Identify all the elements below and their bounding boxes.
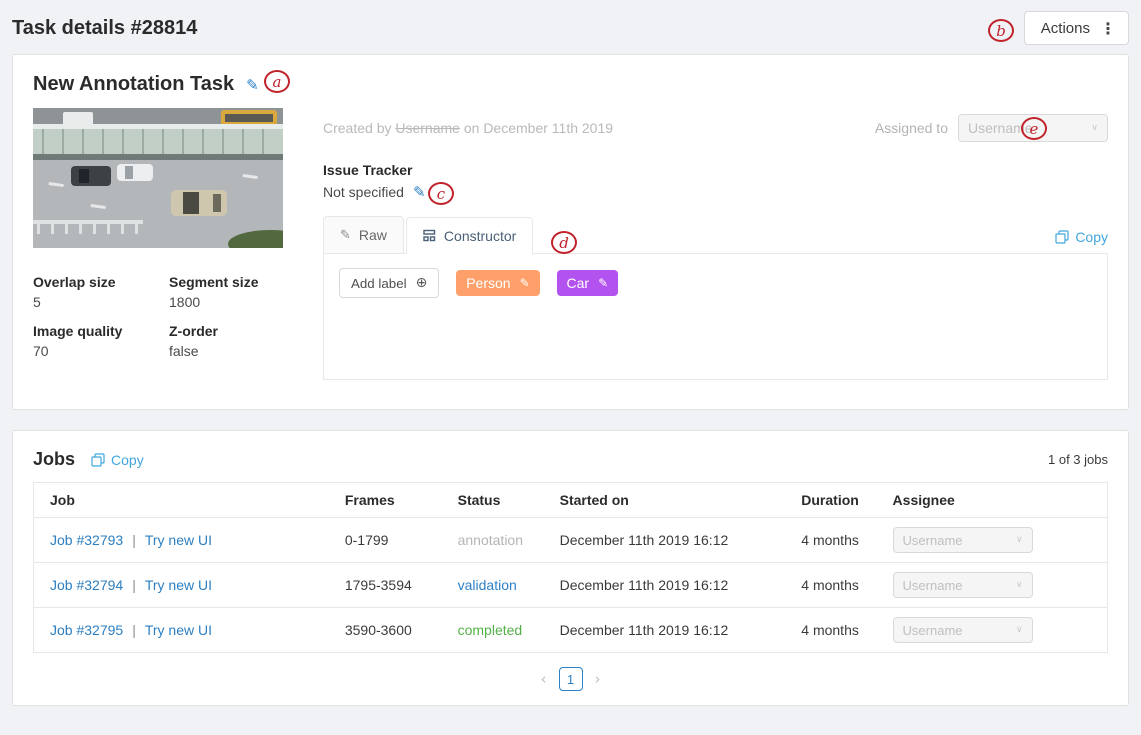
job-link[interactable]: Job #32795	[50, 622, 123, 638]
job-status: completed	[458, 622, 523, 638]
separator: |	[132, 532, 136, 548]
separator: |	[132, 622, 136, 638]
pagination-page-1[interactable]: 1	[559, 667, 583, 691]
column-header-job: Job	[34, 483, 329, 518]
created-by-username: Username	[395, 120, 460, 136]
job-started-on: December 11th 2019 16:12	[544, 608, 786, 653]
edit-label-icon[interactable]: ✎	[598, 276, 608, 290]
job-row: Job #32793|Try new UI 0-1799 annotation …	[34, 518, 1108, 563]
chevron-down-icon: ∨	[1016, 580, 1023, 590]
task-preview-image	[33, 108, 283, 248]
annotation-circle-e: e	[1021, 117, 1047, 140]
column-header-duration: Duration	[785, 483, 876, 518]
copy-icon	[1055, 230, 1069, 244]
job-link[interactable]: Job #32794	[50, 577, 123, 593]
param-label: Image quality	[33, 321, 169, 341]
chevron-down-icon: ∨	[1016, 625, 1023, 635]
plus-circle-icon: ⊕	[416, 275, 428, 291]
job-duration: 4 months	[785, 608, 876, 653]
separator: |	[132, 577, 136, 593]
try-new-ui-link[interactable]: Try new UI	[145, 532, 212, 548]
issue-tracker-value: Not specified	[323, 184, 404, 200]
job-frames: 3590-3600	[329, 608, 442, 653]
column-header-status: Status	[442, 483, 544, 518]
param-value: false	[169, 341, 283, 361]
try-new-ui-link[interactable]: Try new UI	[145, 577, 212, 593]
label-chip-car[interactable]: Car ✎	[557, 270, 619, 296]
annotation-circle-b: b	[988, 19, 1014, 42]
param-value: 1800	[169, 292, 283, 312]
column-header-frames: Frames	[329, 483, 442, 518]
annotation-circle-c: c	[428, 182, 454, 205]
job-status: annotation	[458, 532, 523, 548]
column-header-started-on: Started on	[544, 483, 786, 518]
job-assignee-select[interactable]: Username ∨	[893, 527, 1033, 553]
edit-label-icon[interactable]: ✎	[520, 276, 530, 290]
actions-button[interactable]: Actions ⋮	[1024, 11, 1129, 45]
jobs-count: 1 of 3 jobs	[1048, 452, 1108, 467]
edit-task-name-icon[interactable]: ✎	[246, 76, 259, 94]
add-label-button[interactable]: Add label ⊕	[339, 268, 439, 298]
pagination-next-button[interactable]: ›	[595, 670, 601, 688]
job-row: Job #32794 | Try new UI 1795-3594 validati…	[34, 563, 1108, 608]
more-vertical-icon: ⋮	[1100, 19, 1116, 38]
task-name: New Annotation Task	[33, 73, 234, 96]
issue-tracker-label: Issue Tracker	[323, 162, 1108, 178]
job-started-on: December 11th 2019 16:12	[544, 518, 786, 563]
job-link[interactable]: Job #32793	[50, 532, 123, 548]
tab-raw[interactable]: ✎ Raw	[323, 216, 404, 253]
annotation-circle-d: d	[551, 231, 577, 254]
chevron-down-icon: ∨	[1016, 535, 1023, 545]
job-frames: 0-1799	[329, 518, 442, 563]
edit-issue-tracker-icon[interactable]: ✎	[413, 183, 426, 201]
created-by-text: Created by Username on December 11th 201…	[323, 120, 613, 136]
param-label: Overlap size	[33, 272, 169, 292]
page-header: Task details #28814 Actions ⋮	[0, 0, 1141, 54]
task-parameters: Overlap size 5 Segment size 1800 Image q…	[33, 272, 283, 370]
job-duration: 4 months	[785, 518, 876, 563]
table-header-row: Job Frames Status Started on Duration As…	[34, 483, 1108, 518]
param-label: Z-order	[169, 321, 283, 341]
job-status: validation	[458, 577, 517, 593]
param-value: 5	[33, 292, 169, 312]
tab-constructor[interactable]: Constructor	[406, 217, 533, 254]
jobs-table: Job Frames Status Started on Duration As…	[33, 482, 1108, 653]
job-assignee-select[interactable]: Username ∨	[893, 617, 1033, 643]
try-new-ui-link[interactable]: Try new UI	[145, 622, 212, 638]
job-assignee-select[interactable]: Username ∨	[893, 572, 1033, 598]
label-constructor-panel: Add label ⊕ Person ✎ Car ✎	[323, 254, 1108, 380]
job-duration: 4 months	[785, 563, 876, 608]
param-value: 70	[33, 341, 169, 361]
jobs-card: Jobs Copy 1 of 3 jobs Job Frames Status …	[12, 430, 1129, 706]
job-row: Job #32795 | Try new UI 3590-3600 complete…	[34, 608, 1108, 653]
copy-jobs-button[interactable]: Copy	[91, 452, 144, 468]
copy-icon	[91, 453, 105, 467]
param-label: Segment size	[169, 272, 283, 292]
labels-tab-bar: ✎ Raw Constructor Copy	[323, 216, 1108, 254]
assigned-to-label: Assigned to	[875, 120, 948, 136]
pagination-prev-button[interactable]: ‹	[541, 670, 547, 688]
jobs-pagination: ‹ 1 ›	[33, 667, 1108, 691]
constructor-block-icon	[423, 229, 436, 242]
actions-button-label: Actions	[1041, 20, 1090, 37]
job-started-on: December 11th 2019 16:12	[544, 563, 786, 608]
jobs-title: Jobs	[33, 449, 75, 470]
label-chip-person[interactable]: Person ✎	[456, 270, 539, 296]
annotation-circle-a: a	[264, 70, 290, 93]
copy-labels-button[interactable]: Copy	[1055, 229, 1108, 253]
page-title: Task details #28814	[12, 17, 197, 40]
column-header-assignee: Assignee	[877, 483, 1108, 518]
chevron-down-icon: ∨	[1091, 123, 1098, 133]
pencil-icon: ✎	[340, 228, 351, 243]
job-frames: 1795-3594	[329, 563, 442, 608]
